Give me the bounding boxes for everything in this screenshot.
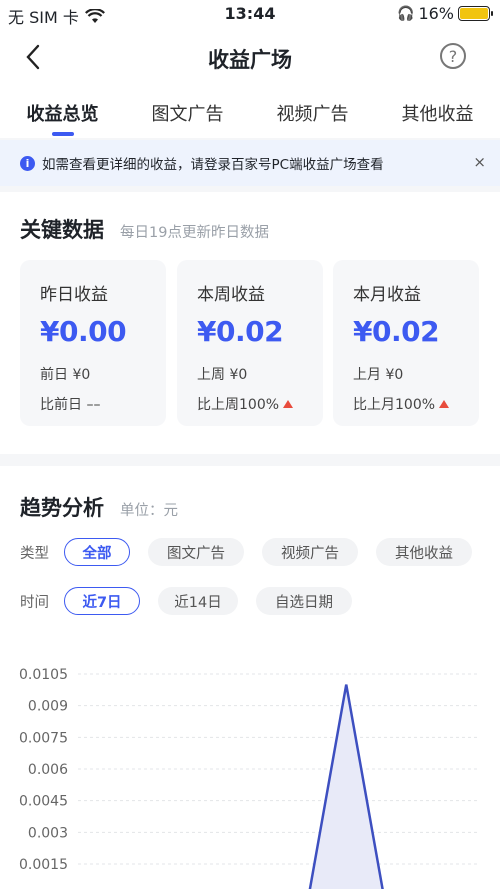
time-chip-7d[interactable]: 近7日 [64,587,140,615]
y-tick-label: 0.006 [28,762,68,778]
notice-banner: i 如需查看更详细的收益，请登录百家号PC端收益广场查看 × [0,140,500,186]
stat-compare: 比上月100% [353,394,479,414]
close-icon[interactable]: × [473,153,486,171]
battery-icon [458,6,493,21]
key-data-subtitle: 每日19点更新昨日数据 [120,225,269,241]
stat-value: ¥0.00 [40,315,127,348]
stat-previous: 上周 ¥0 [197,367,248,383]
stat-label: 本月收益 [353,285,421,305]
stat-compare-text: 比上月100% [353,397,436,413]
type-chip-other[interactable]: 其他收益 [376,538,472,566]
tab-video-ads[interactable]: 视频广告 [250,86,375,138]
y-tick-label: 0.0075 [19,730,68,746]
tab-image-text-ads[interactable]: 图文广告 [125,86,250,138]
stat-compare-text: 比上周100% [197,397,280,413]
status-right: 🎧 16% [397,4,493,23]
status-bar: 无 SIM 卡 13:44 🎧 16% [0,0,500,30]
time-chip-14d[interactable]: 近14日 [158,587,238,615]
key-data-section: 关键数据 每日19点更新昨日数据 昨日收益 ¥0.00 前日 ¥0 比前日 ––… [0,192,500,454]
trend-up-icon [283,400,294,408]
y-tick-label: 0.0105 [19,667,68,683]
y-tick-label: 0.009 [28,699,68,715]
tab-overview[interactable]: 收益总览 [0,86,125,138]
stat-compare: 比前日 –– [40,394,166,414]
time-filter-label: 时间 [20,594,49,611]
stat-value: ¥0.02 [353,315,440,348]
trend-unit: 单位：元 [120,503,178,519]
series-area [309,684,383,889]
stat-card-week[interactable]: 本周收益 ¥0.02 上周 ¥0 比上周100% [177,260,323,426]
key-data-title: 关键数据 [20,218,104,242]
stat-label: 本周收益 [197,285,265,305]
trend-section: 趋势分析 单位：元 类型 全部 图文广告 视频广告 其他收益 时间 近7日 近1… [0,466,500,889]
trend-chart[interactable]: 0.0105 0.009 0.0075 0.006 0.0045 0.003 0.0015 [0,656,500,889]
time-chip-custom[interactable]: 自选日期 [256,587,352,615]
time-filter-row: 时间 近7日 近14日 自选日期 [20,587,370,615]
type-chip-all[interactable]: 全部 [64,538,130,566]
stat-previous: 上月 ¥0 [353,367,404,383]
nav-bar: 收益广场 ? [0,30,500,86]
trend-title: 趋势分析 [20,496,104,520]
battery-percent: 16% [418,4,454,23]
type-filter-label: 类型 [20,545,49,562]
y-tick-label: 0.003 [28,825,68,841]
stat-label: 昨日收益 [40,285,108,305]
trend-up-icon [439,400,450,408]
stat-card-month[interactable]: 本月收益 ¥0.02 上月 ¥0 比上月100% [333,260,479,426]
stat-card-yesterday[interactable]: 昨日收益 ¥0.00 前日 ¥0 比前日 –– [20,260,166,426]
stat-compare: 比上周100% [197,394,323,414]
help-icon[interactable]: ? [440,43,466,69]
tab-bar: 收益总览 图文广告 视频广告 其他收益 [0,86,500,138]
stat-previous: 前日 ¥0 [40,367,91,383]
y-tick-label: 0.0045 [19,794,68,810]
stat-value: ¥0.02 [197,315,284,348]
trend-header: 趋势分析 单位：元 [20,492,178,522]
y-tick-label: 0.0015 [19,857,68,873]
stat-compare-text: 比前日 –– [40,397,101,413]
type-chip-image-text[interactable]: 图文广告 [148,538,244,566]
type-chip-video[interactable]: 视频广告 [262,538,358,566]
tab-other-income[interactable]: 其他收益 [375,86,500,138]
page-title: 收益广场 [208,48,292,72]
notice-text: 如需查看更详细的收益，请登录百家号PC端收益广场查看 [42,157,384,173]
type-filter-row: 类型 全部 图文广告 视频广告 其他收益 [20,538,490,566]
headphones-icon: 🎧 [397,5,415,22]
info-icon: i [20,155,35,171]
key-data-header: 关键数据 每日19点更新昨日数据 [20,214,269,244]
